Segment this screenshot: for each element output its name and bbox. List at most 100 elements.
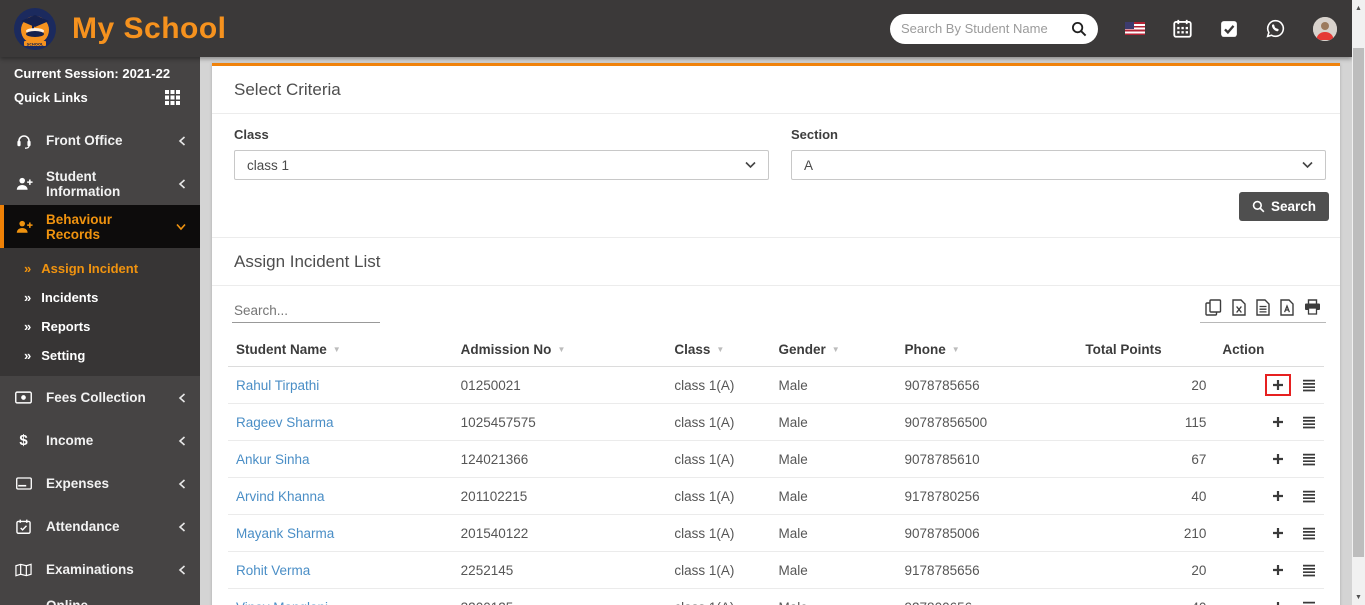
sidebar-item-label: Attendance [46, 519, 120, 534]
double-arrow-icon: » [24, 348, 32, 363]
incident-list-menu-icon[interactable] [1302, 601, 1316, 605]
table-row: Mayank Sharma 201540122 class 1(A) Male … [228, 514, 1324, 552]
quick-links-grid-icon[interactable] [165, 90, 180, 105]
column-header-total-points: Total Points [1077, 333, 1215, 367]
scrollbar-thumb[interactable] [1353, 48, 1364, 557]
incident-list-menu-icon[interactable] [1302, 527, 1316, 540]
class-label: Class [234, 127, 269, 142]
column-header-class[interactable]: Class ▼ [666, 333, 771, 367]
csv-export-icon[interactable] [1256, 299, 1270, 316]
browser-scrollbar[interactable]: ▲ ▼ [1352, 0, 1365, 605]
excel-export-icon[interactable] [1232, 299, 1246, 316]
phone-cell: 927800656 [896, 588, 1078, 605]
student-name-link[interactable]: Mayank Sharma [236, 526, 334, 541]
sidebar-item-income[interactable]: $ Income [0, 419, 200, 462]
section-select[interactable]: A [791, 150, 1326, 180]
main-content: Select Criteria Class class 1 Section A [200, 57, 1352, 605]
copy-icon[interactable] [1205, 299, 1222, 316]
table-row: Rohit Verma 2252145 class 1(A) Male 9178… [228, 551, 1324, 589]
student-search-input[interactable] [901, 21, 1071, 36]
sidebar-item-fees-collection[interactable]: Fees Collection [0, 376, 200, 419]
table-search-input[interactable] [232, 299, 380, 323]
column-header-admission-no[interactable]: Admission No ▼ [452, 333, 667, 367]
incident-list-menu-icon[interactable] [1302, 564, 1316, 577]
submenu-item-assign-incident[interactable]: » Assign Incident [0, 254, 200, 283]
global-search [890, 13, 1098, 44]
behaviour-records-icon [14, 219, 33, 234]
phone-cell: 9078785610 [896, 440, 1078, 478]
search-icon[interactable] [1071, 21, 1087, 37]
student-name-link[interactable]: Arvind Khanna [236, 489, 325, 504]
submenu-item-label: Reports [41, 319, 91, 334]
incident-list-menu-icon[interactable] [1302, 379, 1316, 392]
submenu-item-label: Setting [41, 348, 86, 363]
print-icon[interactable] [1304, 299, 1321, 316]
assign-incident-plus-icon[interactable] [1272, 527, 1284, 539]
assign-incident-plus-icon[interactable] [1272, 453, 1284, 465]
sidebar-item-attendance[interactable]: Attendance [0, 505, 200, 548]
sidebar-item-examinations[interactable]: Examinations [0, 548, 200, 591]
assign-incident-plus-icon[interactable] [1272, 490, 1284, 502]
incident-table: Student Name ▼ Admission No ▼ Class ▼ Gende… [228, 333, 1324, 605]
calendar-icon[interactable] [1173, 19, 1192, 38]
pdf-export-icon[interactable] [1280, 299, 1294, 316]
student-name-link[interactable]: Vinay Manglani [236, 600, 328, 605]
class-cell: class 1(A) [666, 477, 771, 515]
sidebar-item-student-information[interactable]: Student Information [0, 162, 200, 205]
incident-list-menu-icon[interactable] [1302, 490, 1316, 503]
submenu-item-incidents[interactable]: » Incidents [0, 283, 200, 312]
student-information-icon [14, 176, 33, 191]
chevron-left-icon [178, 564, 186, 575]
student-name-link[interactable]: Rohit Verma [236, 563, 310, 578]
sidebar-item-expenses[interactable]: Expenses [0, 462, 200, 505]
table-row: Arvind Khanna 201102215 class 1(A) Male … [228, 477, 1324, 515]
class-cell: class 1(A) [666, 440, 771, 478]
assign-incident-plus-icon[interactable] [1272, 379, 1284, 391]
user-avatar[interactable] [1313, 16, 1337, 41]
chevron-down-icon [745, 161, 756, 169]
sidebar-item-behaviour-records[interactable]: Behaviour Records [0, 205, 200, 248]
sidebar-item-label: Expenses [46, 476, 110, 491]
assign-incident-list-title: Assign Incident List [212, 238, 1340, 286]
assign-incident-plus-icon[interactable] [1272, 416, 1284, 428]
language-flag-icon[interactable] [1125, 22, 1145, 35]
total-points-cell: 67 [1077, 440, 1215, 478]
submenu-item-setting[interactable]: » Setting [0, 341, 200, 370]
behaviour-records-submenu: » Assign Incident » Incidents » Reports … [0, 248, 200, 376]
student-name-link[interactable]: Rageev Sharma [236, 415, 334, 430]
chevron-left-icon [178, 178, 186, 189]
submenu-item-reports[interactable]: » Reports [0, 312, 200, 341]
search-button[interactable]: Search [1238, 192, 1329, 221]
class-select[interactable]: class 1 [234, 150, 769, 180]
student-name-link[interactable]: Rahul Tirpathi [236, 378, 319, 393]
sidebar-item-online-examinations[interactable]: Online Examinations [0, 591, 200, 605]
column-header-student-name[interactable]: Student Name ▼ [228, 333, 453, 367]
incident-list-menu-icon[interactable] [1302, 416, 1316, 429]
section-select-value: A [804, 157, 814, 173]
admission-no-cell: 3200125 [452, 588, 667, 605]
phone-cell: 9178780256 [896, 477, 1078, 515]
chevron-down-icon [176, 223, 186, 231]
scrollbar-up-arrow[interactable]: ▲ [1352, 0, 1365, 16]
column-header-phone[interactable]: Phone ▼ [896, 333, 1078, 367]
admission-no-cell: 1025457575 [452, 403, 667, 441]
whatsapp-icon[interactable] [1266, 19, 1285, 38]
scrollbar-down-arrow[interactable]: ▼ [1352, 589, 1365, 605]
section-label: Section [791, 127, 838, 142]
column-header-gender[interactable]: Gender ▼ [770, 333, 897, 367]
class-select-value: class 1 [247, 157, 290, 173]
sidebar-item-label: Behaviour Records [46, 211, 113, 242]
chevron-left-icon [178, 135, 186, 146]
phone-cell: 90787856500 [896, 403, 1078, 441]
sidebar-item-front-office[interactable]: Front Office [0, 119, 200, 162]
class-cell: class 1(A) [666, 588, 771, 605]
assign-incident-plus-icon[interactable] [1272, 564, 1284, 576]
total-points-cell: 40 [1077, 477, 1215, 515]
incident-list-menu-icon[interactable] [1302, 453, 1316, 466]
assign-incident-plus-icon[interactable] [1272, 601, 1284, 605]
task-check-icon[interactable] [1220, 20, 1238, 38]
student-name-link[interactable]: Ankur Sinha [236, 452, 310, 467]
gender-cell: Male [770, 403, 897, 441]
sidebar-item-label: Fees Collection [46, 390, 146, 405]
total-points-cell: 20 [1077, 551, 1215, 589]
